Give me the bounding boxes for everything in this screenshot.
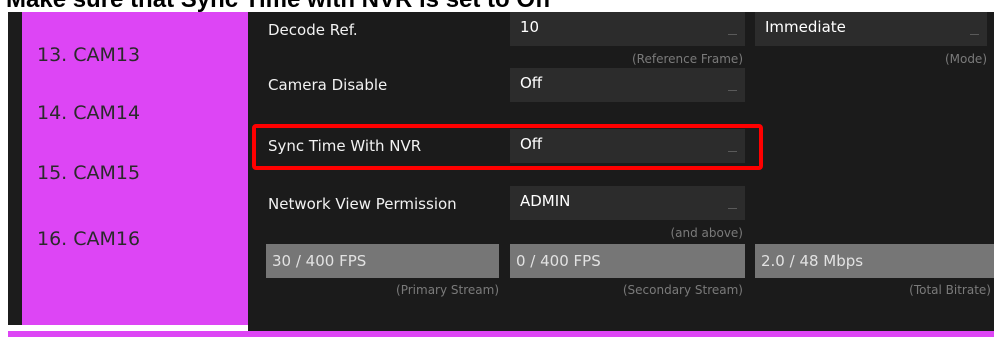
secondary-stream-hint: (Secondary Stream) bbox=[622, 283, 743, 297]
mode-hint: (Mode) bbox=[944, 52, 987, 66]
primary-stream-hint: (Primary Stream) bbox=[396, 283, 499, 297]
total-bitrate-field: 2.0 / 48 Mbps bbox=[755, 244, 994, 278]
camera-list-item[interactable]: 13. CAM13 bbox=[37, 44, 140, 66]
chevron-down-icon bbox=[728, 208, 737, 212]
decode-ref-label: Decode Ref. bbox=[268, 21, 358, 39]
and-above-hint: (and above) bbox=[670, 226, 743, 240]
decode-mode-value: Immediate bbox=[765, 18, 846, 36]
camera-disable-value: Off bbox=[520, 74, 543, 92]
network-view-label: Network View Permission bbox=[268, 195, 457, 213]
camera-list-item[interactable]: 15. CAM15 bbox=[37, 162, 140, 184]
decode-mode-select[interactable]: Immediate bbox=[755, 12, 987, 46]
camera-settings-panel: Decode Ref. 10 (Reference Frame) Immedia… bbox=[248, 12, 994, 334]
network-view-select[interactable]: ADMIN bbox=[510, 186, 745, 220]
camera-disable-select[interactable]: Off bbox=[510, 68, 745, 102]
reference-frame-hint: (Reference Frame) bbox=[632, 52, 743, 66]
chevron-down-icon bbox=[970, 34, 979, 38]
primary-fps-field: 30 / 400 FPS bbox=[266, 244, 499, 278]
camera-list-item[interactable]: 16. CAM16 bbox=[37, 228, 140, 250]
network-view-value: ADMIN bbox=[520, 192, 571, 210]
camera-list-item[interactable]: 14. CAM14 bbox=[37, 102, 140, 124]
camera-sidebar: 13. CAM13 14. CAM14 15. CAM15 16. CAM16 bbox=[8, 12, 248, 325]
highlight-box bbox=[252, 124, 763, 170]
camera-disable-label: Camera Disable bbox=[268, 76, 388, 94]
secondary-fps-field: 0 / 400 FPS bbox=[510, 244, 745, 278]
chevron-down-icon bbox=[728, 34, 737, 38]
decode-ref-select[interactable]: 10 bbox=[510, 12, 745, 46]
instruction-caption: Make sure that Sync Time with NVR is set… bbox=[6, 0, 986, 12]
panel-bottom-border bbox=[8, 331, 994, 337]
decode-ref-value: 10 bbox=[520, 18, 540, 36]
total-bitrate-hint: (Total Bitrate) bbox=[909, 283, 991, 297]
sidebar-edge bbox=[8, 12, 22, 325]
chevron-down-icon bbox=[728, 90, 737, 94]
